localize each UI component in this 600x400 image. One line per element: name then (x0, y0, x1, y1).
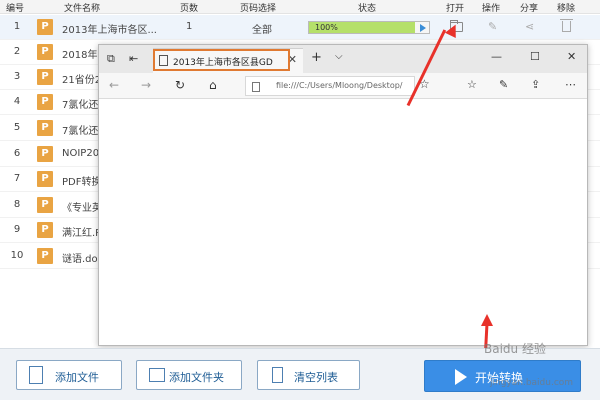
pdf-file-icon: P (37, 94, 53, 110)
minimize-button[interactable]: — (491, 50, 502, 63)
row-number: 5 (13, 122, 21, 133)
more-icon[interactable]: ⋯ (565, 78, 576, 91)
tab-highlight-box (153, 49, 290, 71)
pdf-file-icon: P (37, 146, 53, 162)
row-number: 10 (10, 250, 24, 261)
baidu-watermark-url: jingyan.baidu.com (490, 378, 574, 388)
row-number: 3 (13, 71, 21, 82)
file-name: 7氯化还 (62, 100, 99, 111)
col-header-number: 编号 (6, 4, 25, 14)
file-row-1[interactable]: 1 P 2013年上海市各区... 1 全部 100% ✎ ⋖ (0, 15, 600, 40)
url-text: file:///C:/Users/Mloong/Desktop/ (276, 81, 403, 90)
col-header-status: 状态 (358, 4, 377, 14)
file-name: 谜语.doc (62, 254, 104, 265)
col-header-page-range: 页码选择 (240, 4, 277, 14)
page-range-select[interactable]: 全部 (252, 21, 272, 36)
add-folder-button[interactable]: 添加文件夹 (136, 360, 242, 390)
edit-icon[interactable]: ✎ (488, 20, 497, 33)
file-name: NOIP20 (62, 148, 100, 159)
pdf-file-icon: P (37, 171, 53, 187)
document-icon (252, 82, 260, 92)
file-name: 《专业英 (62, 203, 102, 214)
address-bar[interactable]: file:///C:/Users/Mloong/Desktop/ (245, 76, 415, 96)
row-number: 4 (13, 96, 21, 107)
col-header-share: 分享 (520, 4, 539, 14)
clear-list-label: 清空列表 (294, 371, 338, 384)
file-name: 2018年 (62, 50, 98, 61)
list-header: 编号 文件名称 页数 页码选择 状态 打开 操作 分享 移除 (0, 0, 600, 14)
row-number: 2 (13, 46, 21, 57)
tab-groups-icon[interactable]: ⧉ (107, 52, 115, 66)
annotation-arrowhead-bottom (481, 314, 493, 326)
nav-bar: ← → ↻ ⌂ file:///C:/Users/Mloong/Desktop/… (99, 73, 587, 99)
file-name: 7氯化还 (62, 126, 99, 137)
share-icon[interactable]: ⇪ (531, 78, 540, 91)
col-header-remove: 移除 (557, 4, 576, 14)
add-file-button[interactable]: 添加文件 (16, 360, 122, 390)
trash-icon (272, 367, 283, 383)
pdf-file-icon: P (37, 197, 53, 213)
pdf-file-icon: P (37, 19, 53, 35)
col-header-open: 打开 (446, 4, 465, 14)
play-icon (455, 369, 467, 385)
maximize-button[interactable]: ☐ (530, 50, 540, 63)
file-add-icon (29, 366, 43, 384)
row-number: 1 (13, 21, 21, 32)
play-icon (420, 24, 426, 32)
pdf-file-icon: P (37, 44, 53, 60)
progress-text: 100% (315, 23, 338, 32)
progress-bar: 100% (308, 21, 430, 34)
clear-list-button[interactable]: 清空列表 (257, 360, 360, 390)
pdf-file-icon: P (37, 120, 53, 136)
home-icon[interactable]: ⌂ (209, 78, 217, 92)
forward-icon[interactable]: → (141, 78, 151, 92)
pen-icon[interactable]: ✎ (499, 78, 508, 91)
row-number: 6 (13, 148, 21, 159)
refresh-icon[interactable]: ↻ (175, 78, 185, 92)
close-button[interactable]: ✕ (567, 50, 576, 63)
col-header-filename: 文件名称 (64, 4, 101, 14)
row-number: 7 (13, 173, 21, 184)
chevron-down-icon[interactable]: ⌵ (335, 51, 343, 62)
pdf-file-icon: P (37, 69, 53, 85)
set-aside-tabs-icon[interactable]: ⇤ (129, 52, 138, 65)
folder-add-icon (149, 368, 165, 382)
file-name: 21省份2 (62, 75, 102, 86)
trash-icon[interactable] (560, 19, 573, 32)
file-name: 满江红.P (62, 228, 102, 239)
add-folder-label: 添加文件夹 (169, 371, 224, 384)
add-file-label: 添加文件 (55, 371, 99, 384)
browser-window: ⧉ ⇤ 2013年上海市各区县GD ✕ + ⌵ — ☐ ✕ ← → ↻ ⌂ fi… (98, 44, 588, 346)
col-header-action: 操作 (482, 4, 501, 14)
back-icon[interactable]: ← (109, 78, 119, 92)
pdf-file-icon: P (37, 222, 53, 238)
baidu-watermark: Baidu 经验 (484, 342, 546, 356)
new-tab-button[interactable]: + (311, 50, 322, 65)
page-count: 1 (186, 21, 193, 32)
share-icon[interactable]: ⋖ (525, 20, 534, 33)
file-name: 2013年上海市各区... (62, 25, 157, 36)
favorites-list-icon[interactable]: ☆ (467, 78, 477, 91)
file-name: PDF转换 (62, 177, 102, 188)
col-header-pages: 页数 (180, 4, 199, 14)
page-content-area (99, 100, 587, 345)
row-number: 9 (13, 224, 21, 235)
tab-bar: ⧉ ⇤ 2013年上海市各区县GD ✕ + ⌵ — ☐ ✕ (99, 45, 587, 73)
row-number: 8 (13, 199, 21, 210)
pdf-file-icon: P (37, 248, 53, 264)
